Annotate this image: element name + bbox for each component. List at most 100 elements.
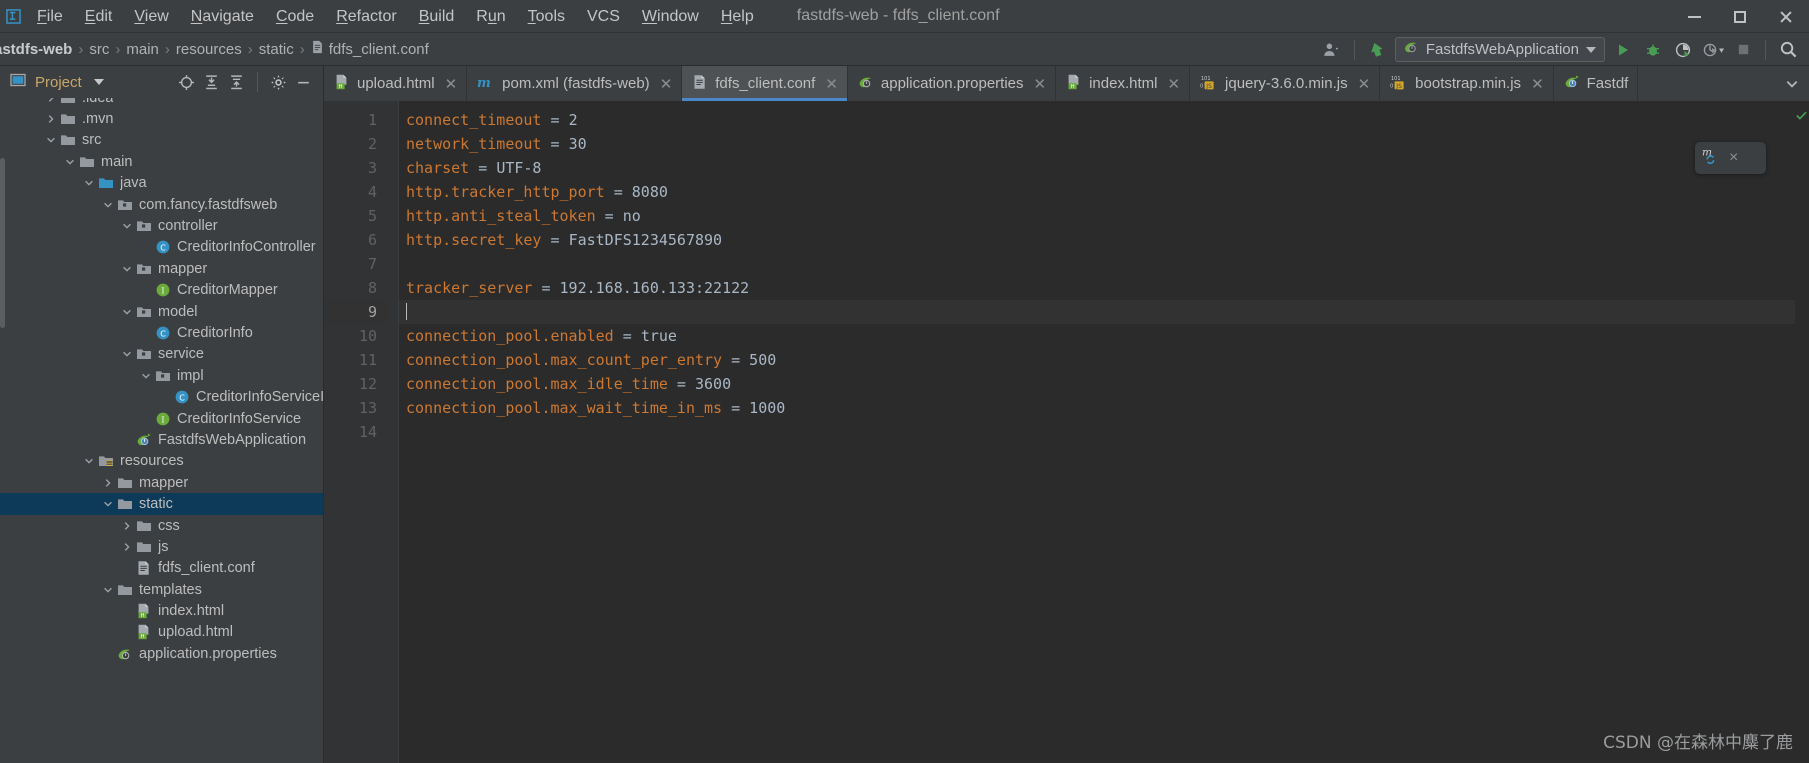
chevron-down-icon[interactable] (120, 262, 134, 276)
project-view-chevron-down-icon[interactable] (93, 79, 104, 85)
code-line[interactable]: connection_pool.enabled = true (399, 324, 1795, 348)
hide-panel-icon[interactable] (292, 71, 315, 94)
menu-item-vcs[interactable]: VCS (576, 0, 631, 33)
tree-node-mapper[interactable]: mapper (0, 258, 323, 279)
code-line[interactable]: tracker_server = 192.168.160.133:22122 (399, 276, 1795, 300)
code-line[interactable] (399, 252, 1795, 276)
debug-icon[interactable] (1638, 33, 1668, 66)
tree-node-creditorinfoservice[interactable]: I CreditorInfoService (0, 408, 323, 429)
tab-close-icon[interactable]: ✕ (825, 75, 838, 93)
tree-node-src[interactable]: src (0, 130, 323, 151)
update-project-icon[interactable] (1362, 33, 1392, 66)
chevron-down-icon[interactable] (120, 219, 134, 233)
chevron-down-icon[interactable] (44, 133, 58, 147)
tree-node-java[interactable]: java (0, 173, 323, 194)
menu-item-run[interactable]: Run (465, 0, 516, 33)
close-icon[interactable]: × (1729, 149, 1738, 167)
stop-icon[interactable] (1728, 33, 1758, 66)
editor-tab-jquery-3-6-0-min-js[interactable]: 101 0 JS jquery-3.6.0.min.js ✕ (1190, 66, 1381, 101)
chevron-right-icon[interactable] (120, 519, 134, 533)
tree-node-controller[interactable]: controller (0, 215, 323, 236)
tree-node-impl[interactable]: impl (0, 365, 323, 386)
menu-item-code[interactable]: Code (265, 0, 325, 33)
coverage-icon[interactable] (1668, 33, 1698, 66)
menu-item-navigate[interactable]: Navigate (180, 0, 265, 33)
tree-scrollbar[interactable] (0, 158, 5, 328)
breadcrumb-item-5[interactable]: fdfs_client.conf (307, 40, 433, 58)
breadcrumb-item-0[interactable]: astdfs-web (0, 41, 76, 58)
tree-node-index-html[interactable]: Hindex.html (0, 600, 323, 621)
settings-gear-icon[interactable] (267, 71, 290, 94)
breadcrumb-item-3[interactable]: resources (172, 41, 246, 58)
tab-close-icon[interactable]: ✕ (1167, 75, 1180, 93)
expand-all-icon[interactable] (200, 71, 223, 94)
chevron-down-icon[interactable] (120, 305, 134, 319)
run-icon[interactable] (1608, 33, 1638, 66)
search-everywhere-icon[interactable] (1773, 33, 1803, 66)
chevron-right-icon[interactable] (44, 98, 58, 105)
tab-close-icon[interactable]: ✕ (660, 75, 673, 93)
chevron-down-icon[interactable] (101, 497, 115, 511)
editor-tab-application-properties[interactable]: application.properties ✕ (847, 66, 1057, 101)
tree-node-creditorinfoserviceimpl[interactable]: C CreditorInfoServiceImpl (0, 386, 323, 407)
menu-item-edit[interactable]: Edit (74, 0, 124, 33)
tree-node-creditorinfocontroller[interactable]: C CreditorInfoController (0, 237, 323, 258)
menu-item-view[interactable]: View (123, 0, 179, 33)
tab-close-icon[interactable]: ✕ (1531, 75, 1544, 93)
code-line[interactable]: http.anti_steal_token = no (399, 204, 1795, 228)
breadcrumb-item-4[interactable]: static (255, 41, 298, 58)
chevron-down-icon[interactable] (139, 369, 153, 383)
chevron-down-icon[interactable] (101, 198, 115, 212)
chevron-right-icon[interactable] (120, 540, 134, 554)
breadcrumb-item-2[interactable]: main (122, 41, 163, 58)
code-line[interactable]: connection_pool.max_wait_time_in_ms = 10… (399, 396, 1795, 420)
editor-tab-upload-html[interactable]: Hupload.html ✕ (324, 66, 468, 101)
menu-item-refactor[interactable]: Refactor (325, 0, 407, 33)
code-line[interactable]: http.secret_key = FastDFS1234567890 (399, 228, 1795, 252)
tree-node-creditormapper[interactable]: I CreditorMapper (0, 280, 323, 301)
maven-reload-icon[interactable]: m (1702, 146, 1721, 170)
code-line[interactable]: charset = UTF-8 (399, 156, 1795, 180)
chevron-down-icon[interactable] (63, 155, 77, 169)
menu-item-window[interactable]: Window (631, 0, 710, 33)
code-line[interactable] (399, 300, 1795, 324)
chevron-right-icon[interactable] (44, 112, 58, 126)
menu-item-help[interactable]: Help (710, 0, 765, 33)
tree-node--mvn[interactable]: .mvn (0, 108, 323, 129)
tabs-overflow-chevron-down-icon[interactable] (1775, 66, 1809, 101)
collapse-all-icon[interactable] (225, 71, 248, 94)
inspection-rail[interactable] (1795, 101, 1809, 763)
chevron-down-icon[interactable] (82, 454, 96, 468)
code-folding-strip[interactable] (388, 101, 399, 763)
tree-node-css[interactable]: css (0, 515, 323, 536)
maximize-button[interactable] (1717, 0, 1763, 33)
tab-close-icon[interactable]: ✕ (1358, 75, 1371, 93)
chevron-down-icon[interactable] (120, 347, 134, 361)
tree-node-resources[interactable]: resources (0, 451, 323, 472)
chevron-down-icon[interactable] (101, 583, 115, 597)
tree-node-upload-html[interactable]: Hupload.html (0, 622, 323, 643)
tree-node-com-fancy-fastdfsweb[interactable]: com.fancy.fastdfsweb (0, 194, 323, 215)
run-configuration-selector[interactable]: FastdfsWebApplication (1394, 37, 1605, 62)
code-line[interactable]: connect_timeout = 2 (399, 108, 1795, 132)
menu-item-tools[interactable]: Tools (517, 0, 576, 33)
minimize-button[interactable] (1671, 0, 1717, 33)
code-line[interactable] (399, 420, 1795, 444)
tree-node-fastdfswebapplication[interactable]: FastdfsWebApplication (0, 429, 323, 450)
tab-close-icon[interactable]: ✕ (1034, 75, 1047, 93)
menu-item-build[interactable]: Build (408, 0, 466, 33)
tree-node-service[interactable]: service (0, 344, 323, 365)
user-avatar-icon[interactable] (1317, 33, 1347, 66)
breadcrumb-item-1[interactable]: src (85, 41, 113, 58)
editor-tab-fastdf[interactable]: Fastdf (1553, 66, 1639, 101)
editor-tab-bootstrap-min-js[interactable]: 101 0 JS bootstrap.min.js ✕ (1380, 66, 1554, 101)
code-editor[interactable]: 1 2 3 4 5 6 7 8 9 10 11 12 13 14 connect_timeout = 2n… (324, 101, 1809, 763)
locate-icon[interactable] (175, 71, 198, 94)
code-line[interactable]: network_timeout = 30 (399, 132, 1795, 156)
code-line[interactable]: connection_pool.max_idle_time = 3600 (399, 372, 1795, 396)
tree-node-application-properties[interactable]: application.properties (0, 643, 323, 664)
editor-tab-pom-xml-fastdfs-web-[interactable]: m pom.xml (fastdfs-web) ✕ (467, 66, 683, 101)
editor-tab-fdfs-client-conf[interactable]: fdfs_client.conf ✕ (682, 66, 848, 101)
close-button[interactable] (1763, 0, 1809, 33)
maven-reload-popup[interactable]: m × (1695, 142, 1766, 174)
